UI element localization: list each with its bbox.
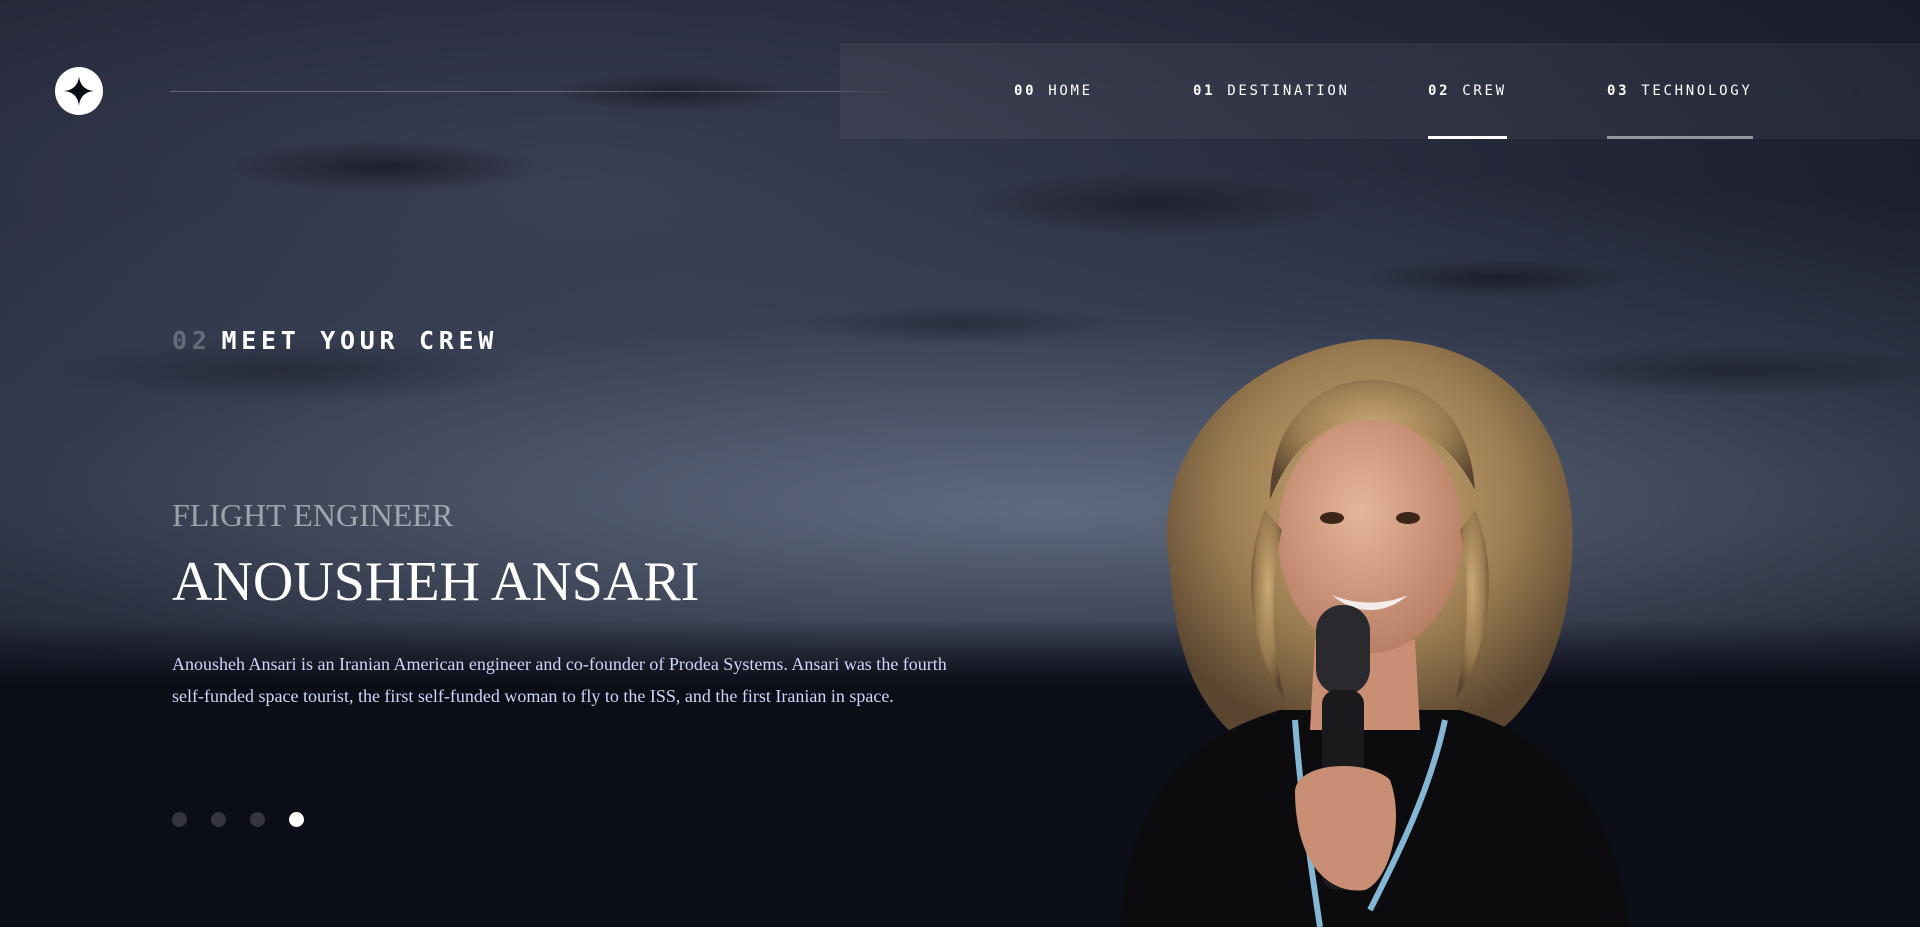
slide-indicator (172, 812, 304, 827)
star-logo-icon[interactable] (55, 67, 103, 115)
nav-item-label: DESTINATION (1227, 83, 1350, 99)
nav-item-number: 01 (1193, 83, 1216, 99)
nav-item-number: 00 (1014, 83, 1037, 99)
crew-portrait (1120, 339, 1630, 927)
nav-underline-active (1428, 136, 1507, 139)
page-title: 02 MEET YOUR CREW (172, 326, 498, 355)
nav-item-label: CREW (1462, 83, 1507, 99)
crew-role: FLIGHT ENGINEER (172, 497, 454, 533)
nav-underline-hover (1607, 136, 1753, 139)
page-title-text: MEET YOUR CREW (221, 326, 499, 355)
primary-nav: 00 HOME 01 DESTINATION 02 CREW 03 TECHNO… (840, 43, 1920, 139)
nav-item-label: HOME (1048, 83, 1093, 99)
slide-dot-2[interactable] (211, 812, 226, 827)
nav-item-technology[interactable]: 03 TECHNOLOGY (1607, 43, 1753, 139)
crew-bio: Anousheh Ansari is an Iranian American e… (172, 654, 947, 706)
slide-dot-1[interactable] (172, 812, 187, 827)
nav-item-crew[interactable]: 02 CREW (1428, 43, 1507, 139)
crew-name: ANOUSHEH ANSARI (172, 551, 700, 613)
nav-item-home[interactable]: 00 HOME (1014, 43, 1093, 139)
nav-underline (1014, 136, 1093, 139)
nav-underline (1193, 136, 1350, 139)
nav-item-destination[interactable]: 01 DESTINATION (1193, 43, 1350, 139)
slide-dot-4[interactable] (289, 812, 304, 827)
slide-dot-3[interactable] (250, 812, 265, 827)
header-divider (170, 91, 888, 92)
nav-item-number: 03 (1607, 83, 1630, 99)
nav-item-number: 02 (1428, 83, 1451, 99)
nav-item-label: TECHNOLOGY (1641, 83, 1753, 99)
page-title-number: 02 (172, 326, 212, 355)
